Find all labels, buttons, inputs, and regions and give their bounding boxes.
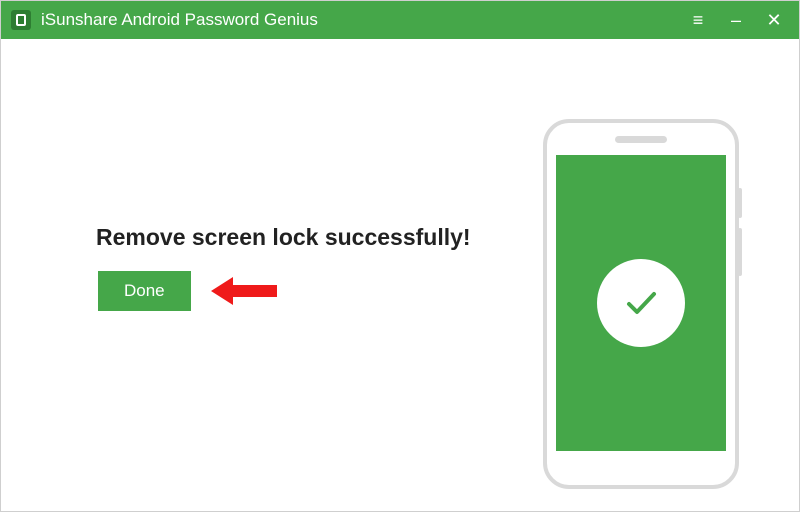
close-button[interactable]: ✕ <box>765 11 783 29</box>
success-check-icon <box>597 259 685 347</box>
main-content: Remove screen lock successfully! Done <box>1 39 799 513</box>
phone-illustration <box>543 119 739 489</box>
phone-screen <box>556 155 726 451</box>
success-message: Remove screen lock successfully! <box>96 224 471 251</box>
phone-side-button-icon <box>738 188 742 218</box>
app-logo-icon <box>11 10 31 30</box>
window-controls: ≡ – ✕ <box>689 11 791 29</box>
app-title: iSunshare Android Password Genius <box>41 10 689 30</box>
phone-speaker-icon <box>615 136 667 143</box>
phone-side-button-icon <box>738 228 742 276</box>
titlebar: iSunshare Android Password Genius ≡ – ✕ <box>1 1 799 39</box>
minimize-button[interactable]: – <box>727 11 745 29</box>
done-button[interactable]: Done <box>98 271 191 311</box>
menu-icon[interactable]: ≡ <box>689 11 707 29</box>
arrow-annotation-icon <box>211 271 281 311</box>
